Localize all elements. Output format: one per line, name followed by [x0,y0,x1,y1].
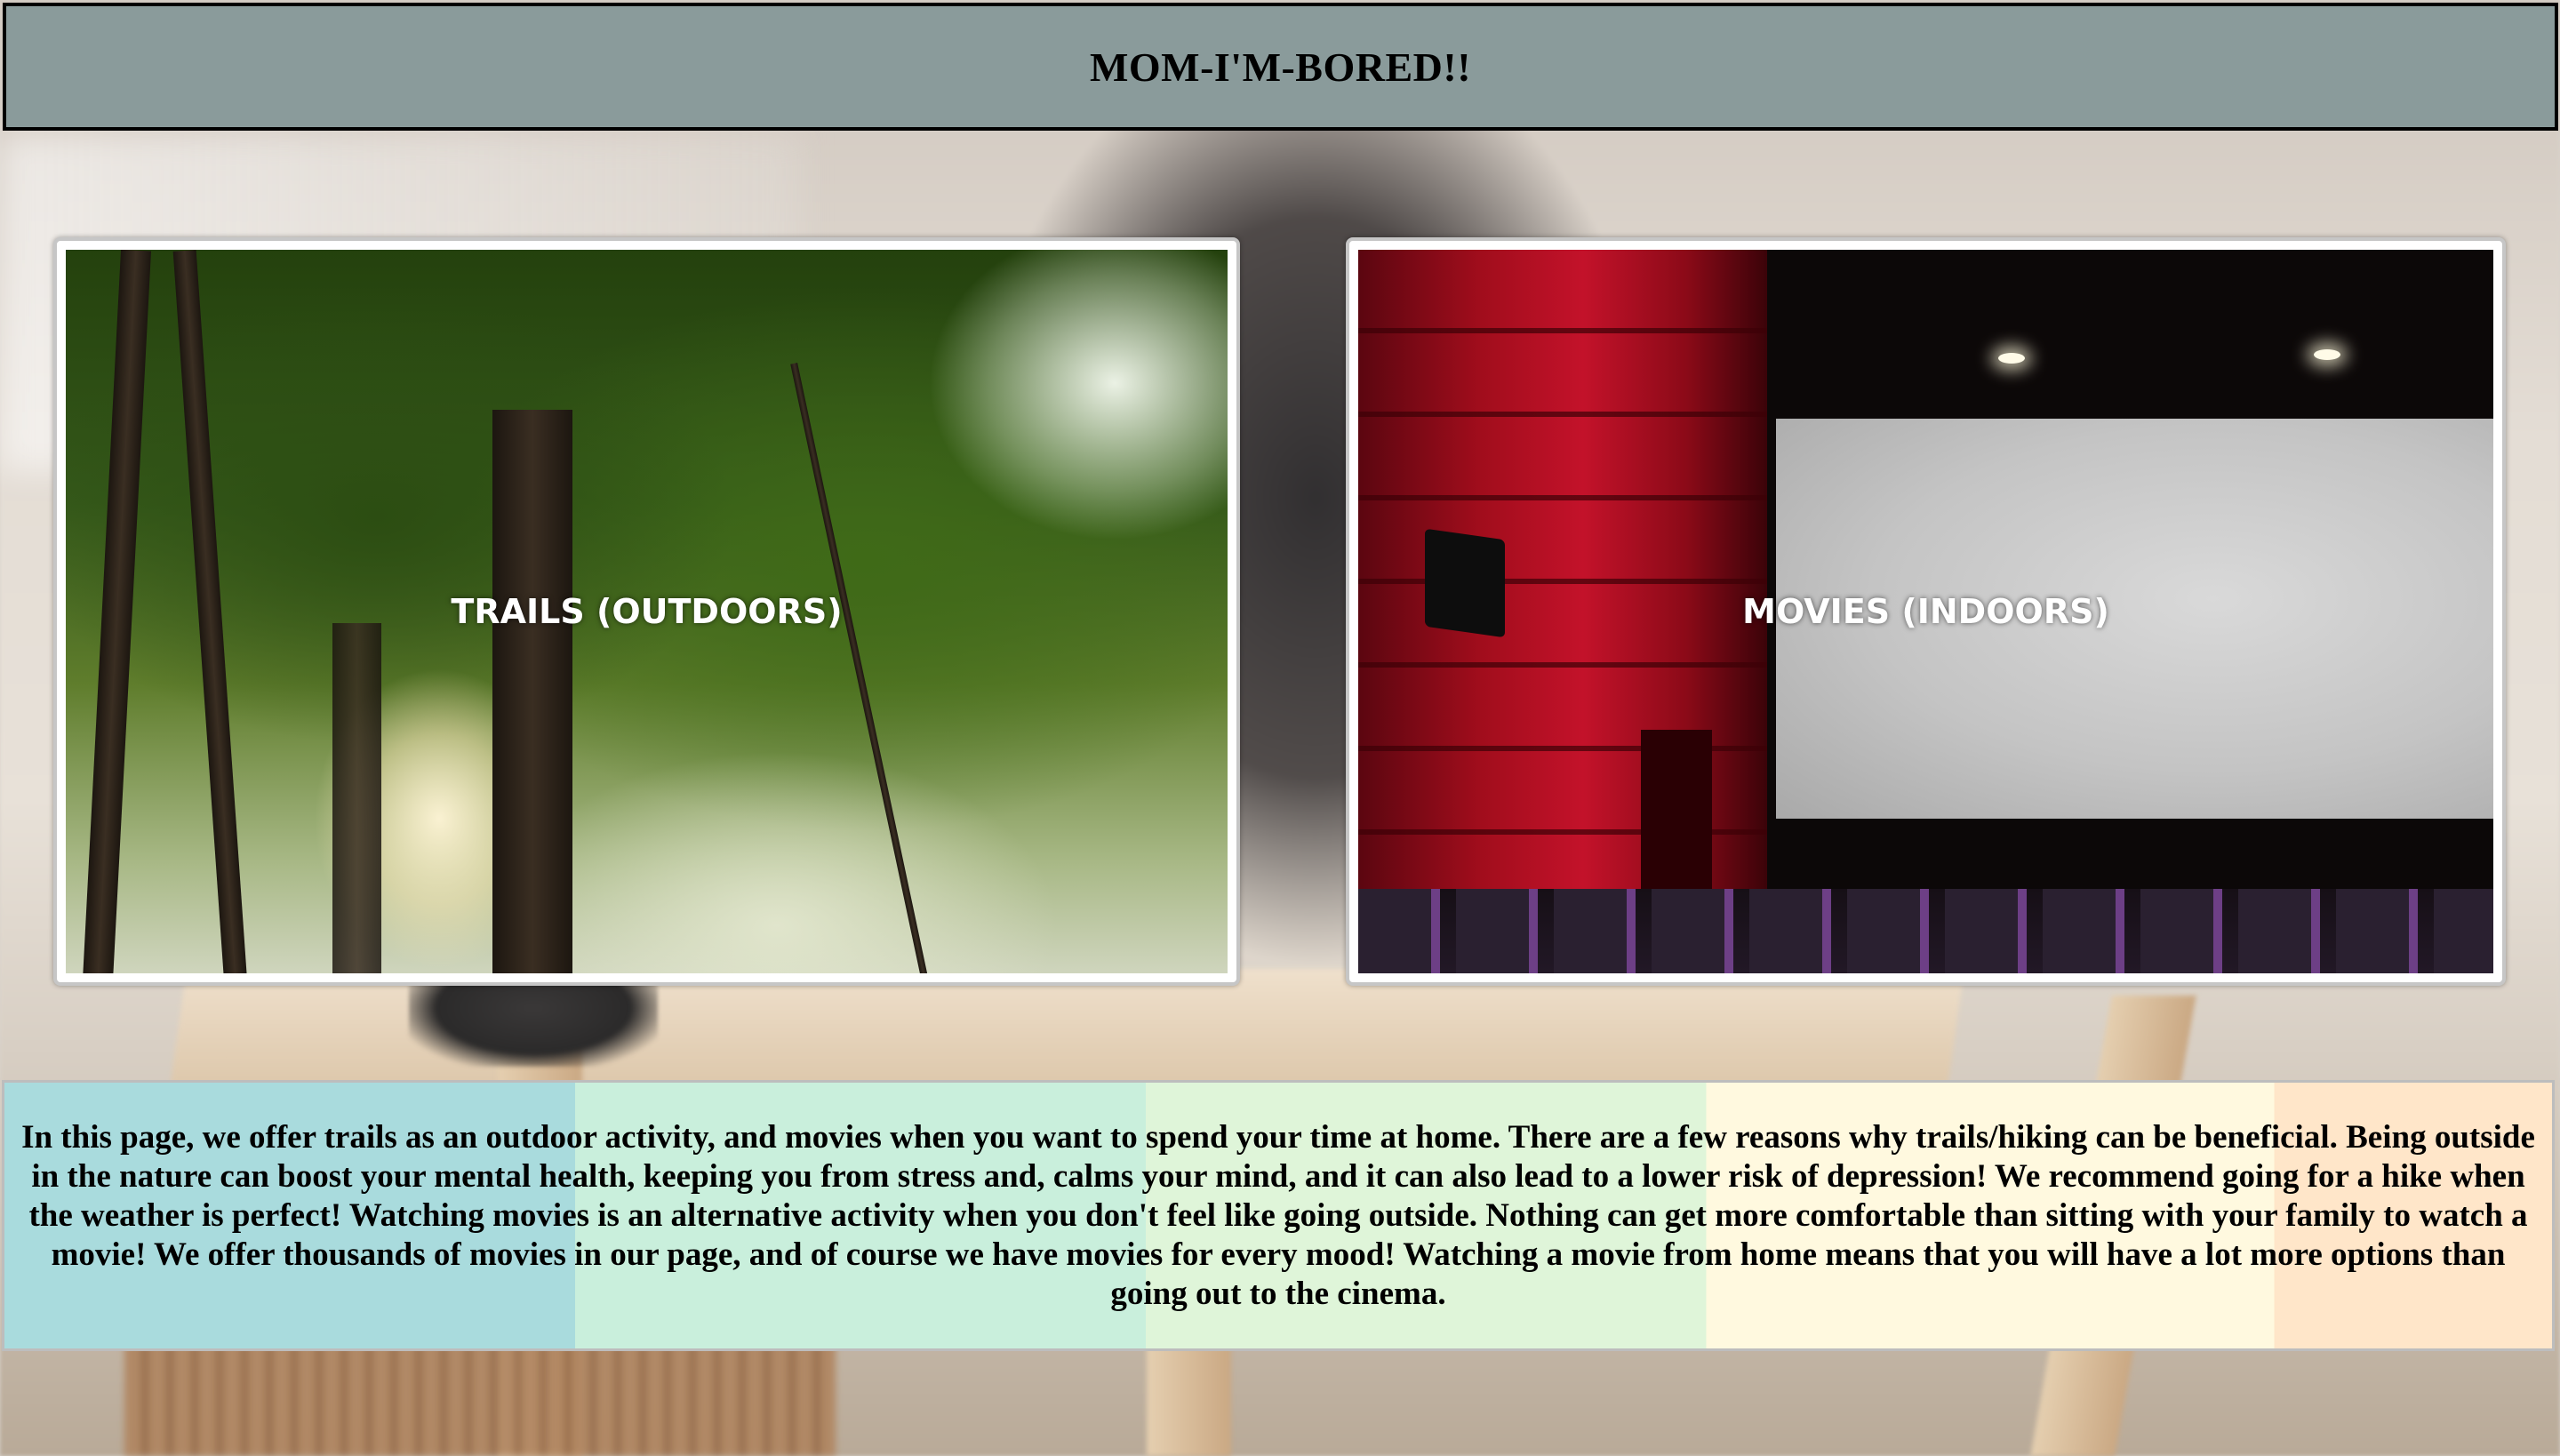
trails-card[interactable]: TRAILS (OUTDOORS) [53,237,1240,986]
tree-trunk [492,410,572,973]
ceiling-light [1998,353,2025,364]
movies-card[interactable]: MOVIES (INDOORS) [1346,237,2506,986]
theater-seats [1358,889,2493,973]
info-paragraph: In this page, we offer trails as an outd… [21,1118,2535,1312]
page-header: MOM-I'M-BORED!! [3,3,2558,131]
tree-trunk [790,363,931,973]
info-box: In this page, we offer trails as an outd… [2,1080,2555,1351]
background-basket [124,1342,836,1456]
page-title: MOM-I'M-BORED!! [1089,44,1472,90]
movies-card-label: MOVIES (INDOORS) [1742,592,2109,631]
trails-card-label: TRAILS (OUTDOORS) [451,592,843,631]
ceiling-light [2314,349,2340,360]
tree-trunk [332,623,381,973]
